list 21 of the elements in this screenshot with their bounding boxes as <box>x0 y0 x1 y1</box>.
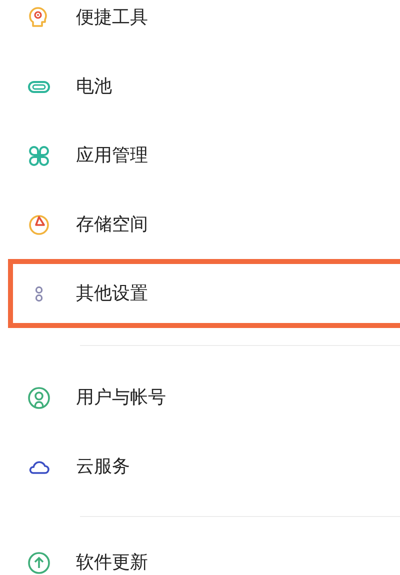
item-label: 电池 <box>76 75 112 99</box>
user-icon <box>27 386 51 410</box>
item-label: 其他设置 <box>76 282 148 306</box>
more-icon <box>35 286 43 302</box>
update-icon <box>27 550 51 574</box>
item-label: 应用管理 <box>76 144 148 168</box>
settings-item[interactable]: 用户与帐号 <box>8 363 400 432</box>
settings-item[interactable]: 软件更新 <box>8 528 400 575</box>
item-label: 软件更新 <box>76 551 148 575</box>
item-label: 用户与帐号 <box>76 386 166 410</box>
settings-item[interactable]: 存储空间 <box>8 190 400 259</box>
settings-item[interactable]: 电池 <box>8 52 400 121</box>
settings-item[interactable]: 云服务 <box>8 432 400 501</box>
settings-item[interactable]: 应用管理 <box>8 121 400 190</box>
apps-icon <box>27 144 51 168</box>
item-label: 存储空间 <box>76 213 148 237</box>
settings-item[interactable]: 便捷工具 <box>8 0 400 52</box>
item-label: 云服务 <box>76 455 130 479</box>
item-label: 便捷工具 <box>76 6 148 30</box>
settings-item[interactable]: 其他设置 <box>8 259 400 328</box>
pie-chart-icon <box>27 212 51 236</box>
